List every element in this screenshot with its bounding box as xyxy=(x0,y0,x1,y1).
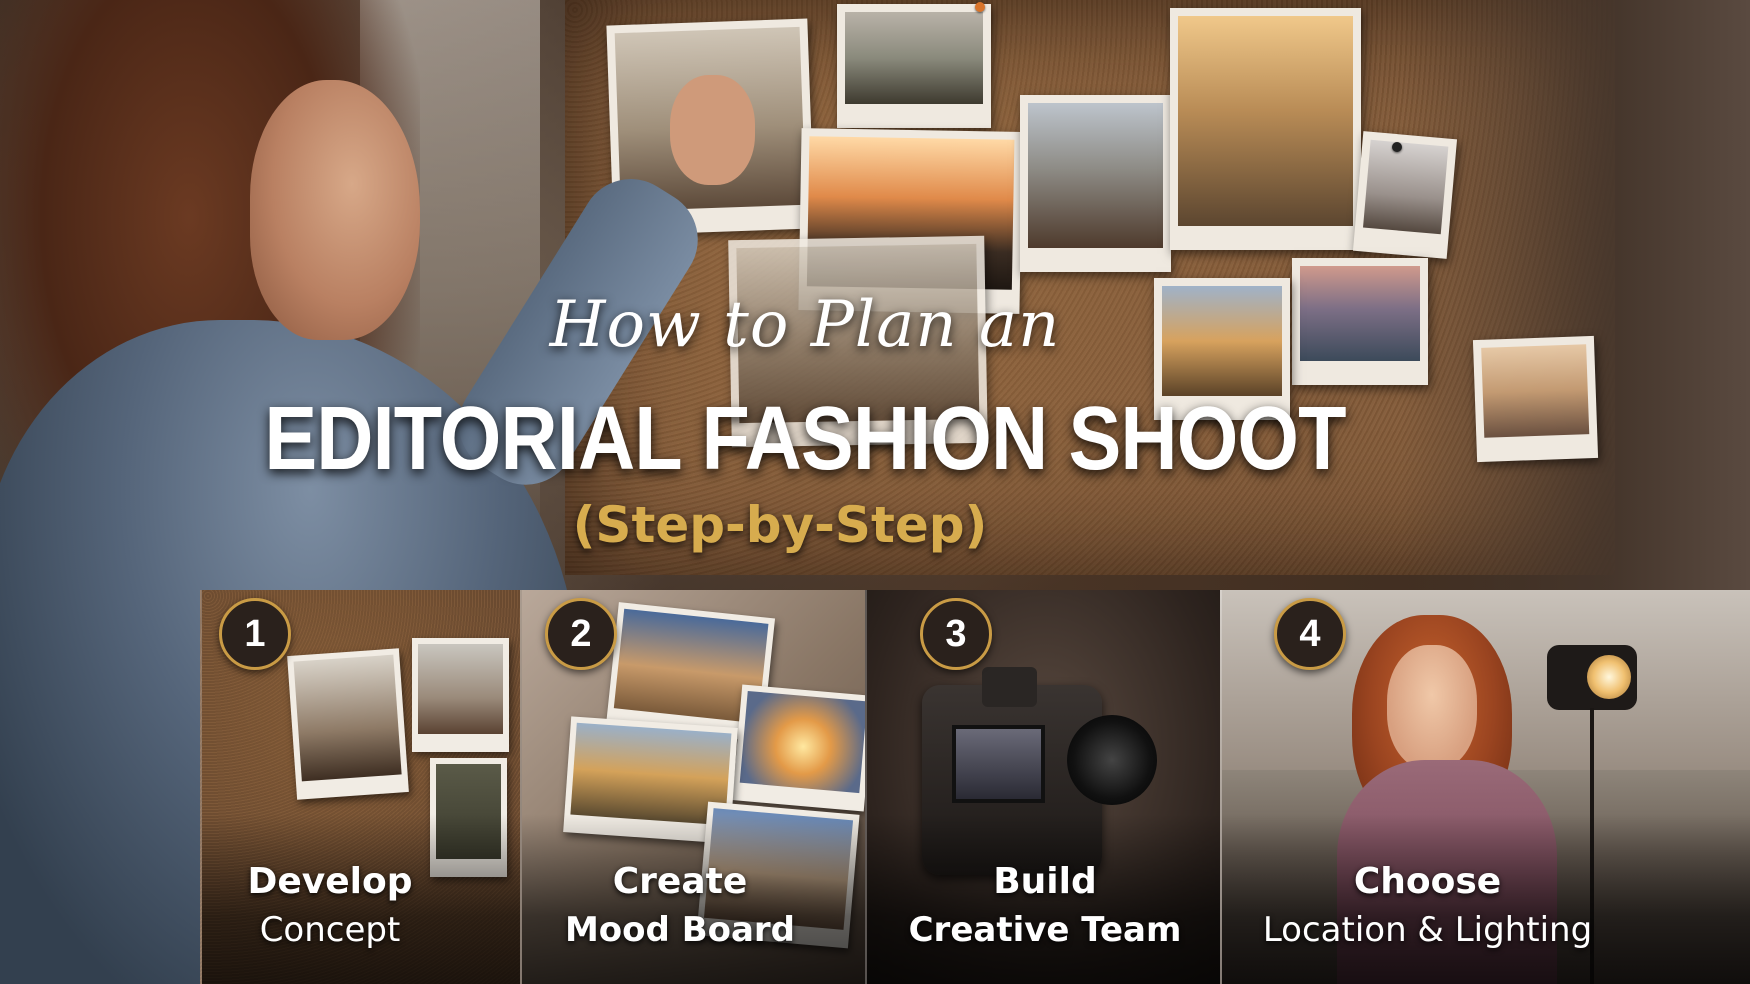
title-script: How to Plan an xyxy=(549,288,1061,362)
step-number-badge-3: 3 xyxy=(920,598,992,670)
step-number-badge-2: 2 xyxy=(545,598,617,670)
board-photo-woman-hill xyxy=(1020,95,1171,272)
board-photo-landscape-small xyxy=(1352,131,1458,259)
step-label-2-subtitle: Mood Board xyxy=(564,910,796,950)
camera-lens xyxy=(1067,715,1157,805)
step-label-3-subtitle: Creative Team xyxy=(908,910,1182,950)
thumbnail-canvas: How to Plan an EDITORIAL FASHION SHOOT (… xyxy=(0,0,1750,984)
woman-figure-hand xyxy=(670,75,755,185)
step-label-3-title: Build xyxy=(993,861,1097,902)
title-main: EDITORIAL FASHION SHOOT xyxy=(264,389,1346,489)
pin-icon xyxy=(975,2,985,12)
step-number-badge-1: 1 xyxy=(219,598,291,670)
step-label-4: Choose Location & Lighting xyxy=(1250,858,1605,954)
pin-icon xyxy=(1392,142,1402,152)
step-label-4-title: Choose xyxy=(1353,861,1502,902)
studio-light-icon xyxy=(1547,645,1637,710)
step-label-1: Develop Concept xyxy=(200,858,460,954)
step-label-1-subtitle: Concept xyxy=(259,910,401,950)
step-label-4-subtitle: Location & Lighting xyxy=(1262,910,1593,950)
board-photo-woman-dress xyxy=(1170,8,1361,250)
step-label-1-title: Develop xyxy=(247,861,413,902)
step-label-2: Create Mood Board xyxy=(535,858,825,954)
panel-photo-sunburst xyxy=(732,684,867,812)
panel-photo-couple xyxy=(287,648,409,800)
panel-photo-dresses xyxy=(412,638,509,752)
step-number-badge-4: 4 xyxy=(1274,598,1346,670)
board-photo-trees xyxy=(837,4,991,128)
step-label-3: Build Creative Team xyxy=(895,858,1195,954)
steps-strip: 1 2 3 4 Develop Concept Create Mood Boar… xyxy=(0,590,1750,984)
step-label-2-title: Create xyxy=(612,861,748,902)
model-face xyxy=(1387,645,1477,770)
title-subtitle: (Step-by-Step) xyxy=(572,496,988,554)
